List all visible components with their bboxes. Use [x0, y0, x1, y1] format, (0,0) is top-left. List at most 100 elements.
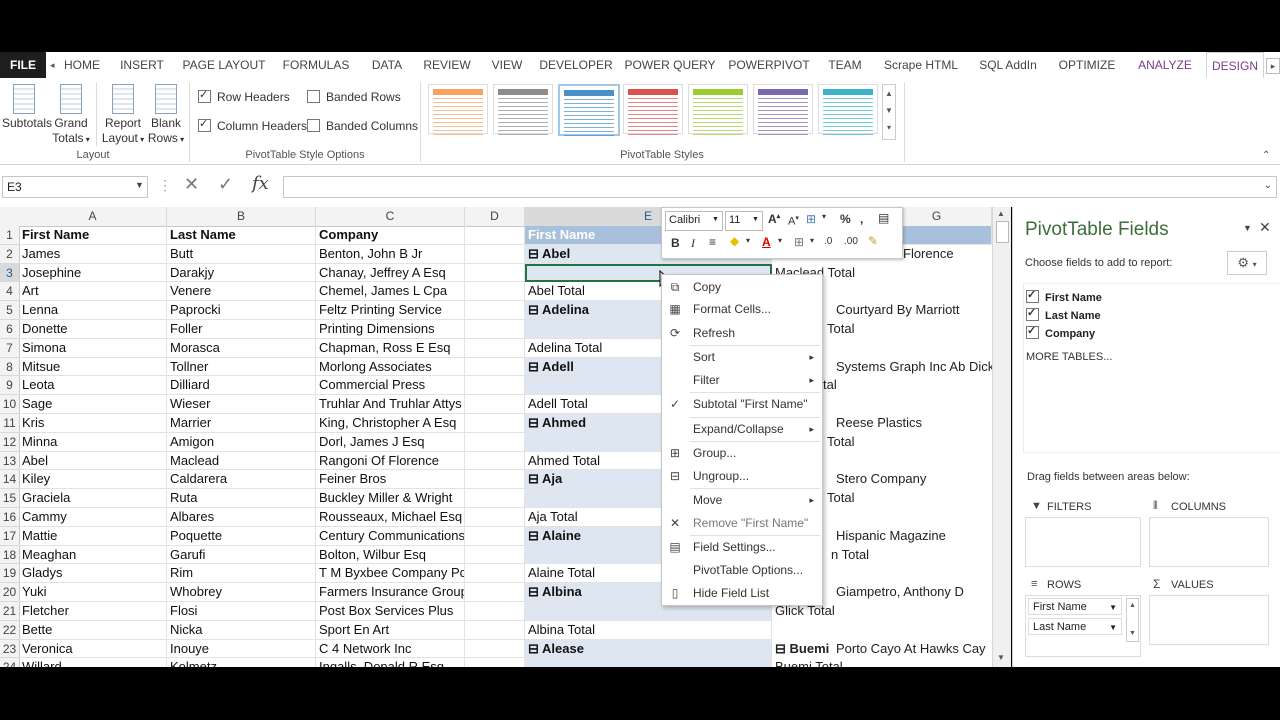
menu-item-field-settings[interactable]: ▤ Field Settings... — [662, 536, 822, 558]
pivot-cell[interactable]: Albina Total — [525, 620, 772, 640]
row-field-item[interactable]: First Name ▼ — [1028, 598, 1122, 615]
table-cell[interactable]: Minna — [19, 432, 167, 452]
row-header[interactable]: 3 — [0, 263, 20, 283]
tab-analyze[interactable]: ANALYZE — [1130, 52, 1200, 78]
row-header[interactable]: 24 — [0, 658, 20, 667]
table-cell[interactable]: Veronica — [19, 639, 167, 659]
tab-scrape-html[interactable]: Scrape HTML — [878, 52, 964, 78]
table-cell[interactable]: Whobrey — [167, 583, 316, 602]
borders-icon[interactable]: ⊞ — [794, 235, 804, 249]
table-cell[interactable]: Kolmetz — [167, 658, 316, 667]
cancel-entry-icon[interactable]: ✕ — [184, 174, 199, 195]
table-cell[interactable]: Leota — [19, 376, 167, 396]
chevron-down-icon[interactable]: ▾ — [822, 212, 826, 221]
align-center-icon[interactable]: ≡ — [709, 235, 716, 249]
name-box[interactable]: E3 ▼ — [2, 176, 148, 198]
table-cell[interactable] — [465, 564, 525, 584]
table-cell[interactable] — [465, 583, 525, 602]
table-cell[interactable] — [465, 338, 525, 358]
comma-style-icon[interactable]: , — [860, 212, 863, 226]
table-cell[interactable]: Flosi — [167, 602, 316, 621]
chevron-down-icon[interactable]: ▼ — [752, 216, 759, 223]
chevron-down-icon[interactable]: ▾ — [778, 236, 782, 245]
table-cell[interactable] — [465, 508, 525, 527]
table-cell[interactable]: Company — [316, 226, 465, 245]
values-area[interactable] — [1149, 595, 1269, 645]
table-cell[interactable]: Darakjy — [167, 263, 316, 283]
table-cell[interactable]: Rim — [167, 564, 316, 584]
table-cell[interactable]: Wieser — [167, 395, 316, 414]
table-cell[interactable]: Art — [19, 282, 167, 302]
row-header[interactable]: 9 — [0, 376, 20, 396]
menu-item-subtotal[interactable]: ✓ Subtotal "First Name" — [662, 393, 822, 415]
table-cell[interactable] — [465, 226, 525, 245]
accounting-format-icon[interactable]: ⊞ — [806, 212, 816, 226]
select-all-corner[interactable] — [0, 207, 20, 227]
table-cell[interactable]: Mattie — [19, 526, 167, 546]
table-cell[interactable]: Mitsue — [19, 357, 167, 377]
scroll-thumb[interactable] — [996, 221, 1009, 243]
table-cell[interactable]: Chemel, James L Cpa — [316, 282, 465, 302]
pivot-cell[interactable]: ⊟ Alease — [525, 639, 772, 659]
more-tables-link[interactable]: MORE TABLES... — [1026, 351, 1112, 363]
row-header[interactable]: 19 — [0, 564, 20, 584]
insert-function-icon[interactable]: fx — [252, 173, 269, 194]
increase-decimal-icon[interactable]: .0 — [824, 236, 832, 247]
menu-item-move[interactable]: Move ▸ — [662, 489, 822, 511]
row-header[interactable]: 20 — [0, 583, 20, 602]
table-cell[interactable] — [465, 244, 525, 264]
table-cell[interactable] — [465, 489, 525, 508]
close-icon[interactable]: ✕ — [1259, 219, 1271, 236]
table-cell[interactable] — [465, 545, 525, 565]
table-cell[interactable]: Dorl, James J Esq — [316, 432, 465, 452]
tab-view[interactable]: VIEW — [488, 52, 526, 78]
table-cell[interactable]: Inouye — [167, 639, 316, 659]
font-name-box[interactable]: Calibri ▼ — [665, 211, 723, 231]
menu-item-hide-field-list[interactable]: ▯ Hide Field List — [662, 582, 822, 604]
table-cell[interactable] — [465, 658, 525, 667]
tab-power-query[interactable]: POWER QUERY — [624, 52, 716, 78]
chevron-down-icon[interactable]: ▼ — [1109, 599, 1117, 616]
table-cell[interactable] — [465, 414, 525, 433]
format-painter-icon[interactable]: ✎ — [868, 234, 878, 248]
table-cell[interactable]: Rousseaux, Michael Esq — [316, 508, 465, 527]
chevron-down-icon[interactable]: ▼ — [712, 216, 719, 223]
row-header[interactable]: 23 — [0, 639, 20, 659]
table-cell[interactable]: Truhlar And Truhlar Attys — [316, 395, 465, 414]
row-header[interactable]: 14 — [0, 470, 20, 490]
report-layout-button[interactable]: Report Layout ▾ — [100, 84, 146, 147]
table-cell[interactable]: Nicka — [167, 620, 316, 640]
pivot-cell[interactable] — [525, 658, 772, 667]
font-size-box[interactable]: 11 ▼ — [725, 211, 763, 231]
pivot-style-swatch[interactable] — [493, 84, 553, 135]
menu-item-expand-collapse[interactable]: Expand/Collapse ▸ — [662, 418, 822, 440]
menu-item-group[interactable]: ⊞ Group... — [662, 442, 822, 464]
table-cell[interactable] — [465, 432, 525, 452]
row-header[interactable]: 1 — [0, 226, 20, 245]
row-header[interactable]: 16 — [0, 508, 20, 527]
row-header[interactable]: 21 — [0, 602, 20, 621]
column-headers-checkbox[interactable]: Column Headers — [198, 117, 307, 133]
collapse-ribbon-icon[interactable]: ⌃ — [1262, 150, 1270, 161]
table-cell[interactable]: Cammy — [19, 508, 167, 527]
column-header-c[interactable]: C — [316, 207, 465, 227]
table-cell[interactable] — [465, 263, 525, 283]
table-cell[interactable]: Farmers Insurance Group — [316, 583, 465, 602]
table-cell[interactable]: Albares — [167, 508, 316, 527]
blank-rows-button[interactable]: Blank Rows ▾ — [146, 84, 186, 147]
vertical-scrollbar[interactable]: ▲ ▼ — [992, 207, 1011, 667]
menu-item-sort[interactable]: Sort ▸ — [662, 346, 822, 368]
row-header[interactable]: 18 — [0, 545, 20, 565]
field-checkbox[interactable]: Last Name — [1026, 306, 1101, 322]
table-cell[interactable]: Century Communications — [316, 526, 465, 546]
table-cell[interactable]: Lenna — [19, 301, 167, 320]
tab-developer[interactable]: DEVELOPER — [538, 52, 614, 78]
tab-powerpivot[interactable]: POWERPIVOT — [726, 52, 812, 78]
subtotals-button[interactable]: Subtotals — [2, 84, 52, 131]
table-cell[interactable]: Gladys — [19, 564, 167, 584]
confirm-entry-icon[interactable]: ✓ — [218, 174, 233, 195]
tab-insert[interactable]: INSERT — [118, 52, 166, 78]
table-cell[interactable]: Donette — [19, 320, 167, 339]
row-header[interactable]: 17 — [0, 526, 20, 546]
tab-page-layout[interactable]: PAGE LAYOUT — [180, 52, 268, 78]
